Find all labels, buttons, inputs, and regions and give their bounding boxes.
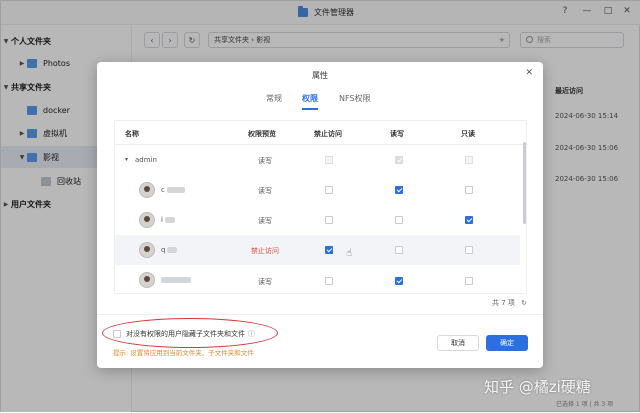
readonly-checkbox[interactable] — [465, 216, 473, 224]
tab-permissions[interactable]: 权限 — [302, 93, 318, 104]
table-row[interactable]: 读写 — [115, 265, 520, 294]
row-preview: 读写 — [258, 157, 272, 165]
total-count: 共 7 项 ↻ — [491, 299, 527, 307]
col-name: 名称 — [125, 130, 139, 138]
readwrite-checkbox — [395, 156, 403, 164]
dialog-title: 属性 — [312, 71, 328, 80]
collapse-icon[interactable]: ▾ — [125, 156, 128, 163]
readonly-checkbox[interactable] — [465, 277, 473, 285]
table-scrollbar[interactable] — [523, 142, 526, 224]
annotation-ellipse — [102, 318, 278, 348]
tab-nfs[interactable]: NFS权限 — [339, 93, 371, 104]
deny-checkbox — [325, 156, 333, 164]
hand-cursor-icon: ☝ — [346, 248, 353, 259]
row-name: c — [161, 186, 165, 194]
deny-checkbox[interactable] — [325, 246, 333, 254]
row-name: admin — [135, 156, 157, 164]
table-row[interactable]: l 读写 — [115, 205, 520, 235]
table-row[interactable]: ▾ admin 读写 — [115, 145, 520, 175]
redacted-name — [165, 217, 175, 223]
readwrite-checkbox[interactable] — [395, 186, 403, 194]
watermark: 知乎 @橘zi硬糖 — [484, 378, 591, 396]
dialog-tabs: 常规 权限 NFS权限 — [97, 93, 543, 109]
divider — [97, 314, 543, 315]
col-deny: 禁止访问 — [314, 130, 342, 138]
row-preview: 读写 — [258, 217, 272, 225]
col-readonly: 只读 — [461, 130, 475, 138]
avatar — [139, 242, 155, 258]
col-readwrite: 读写 — [390, 130, 404, 138]
readwrite-checkbox[interactable] — [395, 246, 403, 254]
refresh-icon[interactable]: ↻ — [521, 299, 527, 307]
row-preview: 读写 — [258, 187, 272, 195]
table-row[interactable]: c 读写 — [115, 175, 520, 205]
redacted-name — [167, 187, 185, 193]
readwrite-checkbox[interactable] — [395, 216, 403, 224]
avatar — [139, 212, 155, 228]
readonly-checkbox — [465, 156, 473, 164]
cancel-button[interactable]: 取消 — [437, 335, 479, 351]
col-preview: 权限预览 — [248, 130, 276, 138]
close-icon[interactable]: ✕ — [525, 68, 533, 78]
row-name: l — [161, 216, 163, 224]
ok-button[interactable]: 确定 — [486, 335, 528, 351]
redacted-name — [161, 277, 191, 283]
active-tab-indicator — [302, 108, 318, 110]
deny-checkbox[interactable] — [325, 186, 333, 194]
deny-checkbox[interactable] — [325, 277, 333, 285]
readonly-checkbox[interactable] — [465, 246, 473, 254]
row-preview-denied: 禁止访问 — [251, 247, 279, 255]
readwrite-checkbox[interactable] — [395, 277, 403, 285]
hint-text: 提示: 设置将应用到当前文件夹、子文件夹和文件 — [113, 349, 254, 357]
table-header: 名称 权限预览 禁止访问 读写 只读 — [115, 121, 528, 145]
deny-checkbox[interactable] — [325, 216, 333, 224]
avatar — [139, 272, 155, 288]
avatar — [139, 182, 155, 198]
row-preview: 读写 — [258, 278, 272, 286]
permissions-table: 名称 权限预览 禁止访问 读写 只读 ▾ admin 读写 c 读写 l 读写 … — [114, 120, 528, 294]
tab-general[interactable]: 常规 — [266, 93, 282, 104]
readonly-checkbox[interactable] — [465, 186, 473, 194]
row-name: q — [161, 246, 166, 254]
table-row[interactable]: q 禁止访问 — [115, 235, 520, 265]
redacted-name — [167, 247, 177, 253]
